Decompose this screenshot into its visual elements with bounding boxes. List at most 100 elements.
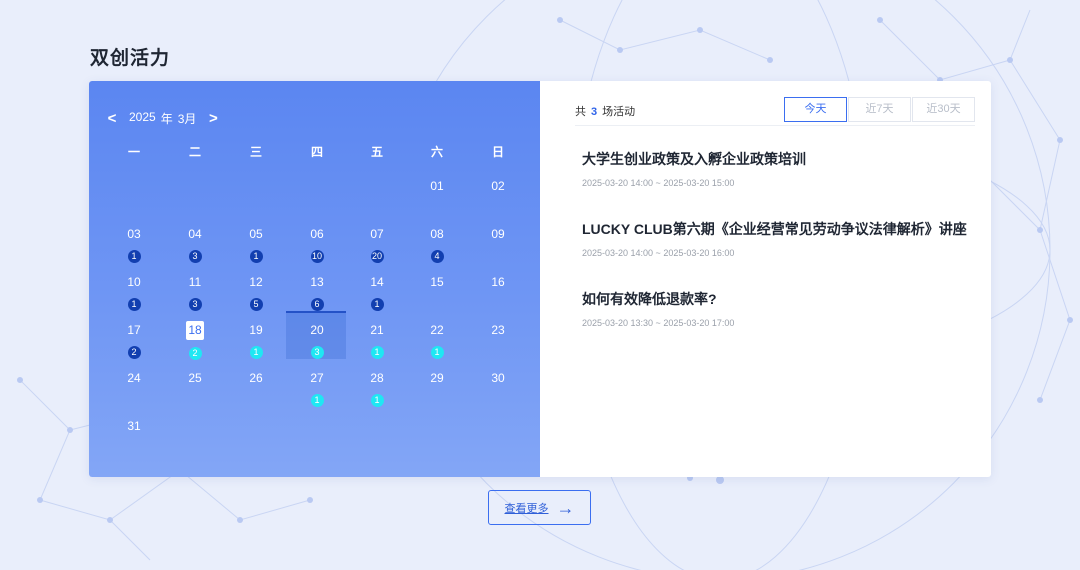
day-number: 01 <box>430 179 444 193</box>
day-number: 11 <box>188 275 202 289</box>
calendar-day[interactable]: 31 <box>106 417 162 435</box>
calendar-day[interactable]: 16 <box>470 273 526 291</box>
calendar-day[interactable]: 08 4 <box>409 225 465 263</box>
weekday-label: 三 <box>249 145 262 159</box>
calendar-day[interactable]: 27 1 <box>289 369 345 407</box>
weekday-label: 五 <box>370 145 383 159</box>
calendar-day[interactable]: 01 <box>409 177 465 195</box>
calendar-day[interactable]: 25 <box>167 369 223 387</box>
day-number: 09 <box>491 227 505 241</box>
day-number: 26 <box>249 371 263 385</box>
event-count-badge: 2 <box>127 346 141 359</box>
calendar-day[interactable]: 13 6 <box>289 273 345 311</box>
tab-today[interactable]: 今天 <box>784 97 847 122</box>
day-number: 02 <box>491 179 505 193</box>
calendar-day[interactable]: 29 <box>409 369 465 387</box>
event-title[interactable]: 如何有效降低退款率? <box>582 289 972 309</box>
day-number: 07 <box>370 227 384 241</box>
calendar-day[interactable]: 15 <box>409 273 465 291</box>
event-count-badge: 10 <box>310 250 324 263</box>
day-number: 22 <box>430 323 444 337</box>
event-count-badge: 5 <box>249 298 263 311</box>
calendar-day[interactable]: 02 <box>470 177 526 195</box>
calendar-day[interactable]: 06 10 <box>289 225 345 263</box>
year-value: 2025 <box>129 109 156 124</box>
view-more-button[interactable]: 查看更多 → <box>488 490 591 525</box>
day-number: 17 <box>127 323 141 337</box>
tab-7-days[interactable]: 近7天 <box>848 97 911 122</box>
calendar-header: < 2025 年 3月 > <box>105 109 220 127</box>
event-time: 2025-03-20 14:00 ~ 2025-03-20 15:00 <box>582 178 735 188</box>
calendar-day[interactable]: 20 3 <box>289 321 345 359</box>
day-number: 16 <box>491 275 505 289</box>
calendar-day[interactable]: 22 1 <box>409 321 465 359</box>
day-number: 30 <box>491 371 505 385</box>
event-count-badge: 1 <box>370 394 384 407</box>
event-count-badge: 1 <box>127 250 141 263</box>
day-number: 08 <box>430 227 444 241</box>
calendar-day[interactable]: 17 2 <box>106 321 162 359</box>
event-count-badge: 1 <box>370 346 384 359</box>
year-month-label: 2025 年 3月 <box>129 110 196 127</box>
day-number: 15 <box>430 275 444 289</box>
weekday-label: 六 <box>430 145 443 159</box>
day-number: 13 <box>310 275 324 289</box>
section-title: 双创活力 <box>90 48 171 69</box>
weekday-label: 四 <box>310 145 323 159</box>
event-count-badge: 1 <box>249 250 263 263</box>
day-number: 21 <box>370 323 384 337</box>
event-item[interactable]: 大学生创业政策及入孵企业政策培训 2025-03-20 14:00 ~ 2025… <box>582 149 972 188</box>
events-toolbar: 共 3 场活动 今天 近7天 近30天 <box>575 97 975 126</box>
day-number: 23 <box>491 323 505 337</box>
calendar-day[interactable]: 26 <box>228 369 284 387</box>
event-count-badge: 1 <box>430 346 444 359</box>
calendar-day[interactable]: 24 <box>106 369 162 387</box>
calendar-day[interactable]: 23 <box>470 321 526 339</box>
weekday-label: 一 <box>127 145 140 159</box>
event-time: 2025-03-20 14:00 ~ 2025-03-20 16:00 <box>582 248 735 258</box>
tab-30-days[interactable]: 近30天 <box>912 97 975 122</box>
event-title[interactable]: 大学生创业政策及入孵企业政策培训 <box>582 149 972 169</box>
day-number: 06 <box>310 227 324 241</box>
event-count-badge: 1 <box>249 346 263 359</box>
calendar: < 2025 年 3月 > 一二三四五六日 01 02 03 1 04 3 05 1 06 10 0… <box>89 81 540 477</box>
calendar-day[interactable]: 07 20 <box>349 225 405 263</box>
calendar-day[interactable]: 14 1 <box>349 273 405 311</box>
event-item[interactable]: LUCKY CLUB第六期《企业经营常见劳动争议法律解析》讲座 2025-03-… <box>582 219 972 258</box>
event-count-badge: 2 <box>188 347 202 360</box>
range-tabs: 今天 近7天 近30天 <box>783 97 975 122</box>
calendar-day[interactable]: 12 5 <box>228 273 284 311</box>
day-number: 25 <box>188 371 202 385</box>
calendar-day[interactable]: 19 1 <box>228 321 284 359</box>
event-count-badge: 1 <box>370 298 384 311</box>
arrow-right-icon: → <box>556 497 575 518</box>
calendar-day[interactable]: 30 <box>470 369 526 387</box>
view-more-label: 查看更多 <box>504 502 549 515</box>
day-number: 05 <box>249 227 263 241</box>
weekday-label: 二 <box>188 145 201 159</box>
event-count-badge: 3 <box>310 346 324 359</box>
day-number: 04 <box>188 227 202 241</box>
event-title[interactable]: LUCKY CLUB第六期《企业经营常见劳动争议法律解析》讲座 <box>582 219 972 239</box>
next-month-button[interactable]: > <box>206 110 220 127</box>
event-time: 2025-03-20 13:30 ~ 2025-03-20 17:00 <box>582 318 735 328</box>
day-number: 12 <box>249 275 263 289</box>
calendar-day[interactable]: 05 1 <box>228 225 284 263</box>
event-count-prefix: 共 <box>575 106 586 118</box>
weekday-label: 日 <box>491 145 504 159</box>
event-count-badge: 3 <box>188 298 202 311</box>
year-unit: 年 <box>160 111 173 126</box>
calendar-day[interactable]: 03 1 <box>106 225 162 263</box>
calendar-day[interactable]: 04 3 <box>167 225 223 263</box>
calendar-day[interactable]: 21 1 <box>349 321 405 359</box>
day-number: 31 <box>127 419 141 433</box>
calendar-day[interactable]: 09 <box>470 225 526 243</box>
event-item[interactable]: 如何有效降低退款率? 2025-03-20 13:30 ~ 2025-03-20… <box>582 289 972 328</box>
calendar-day[interactable]: 10 1 <box>106 273 162 311</box>
event-count-badge: 1 <box>310 394 324 407</box>
calendar-day-today[interactable]: 18 2 <box>167 321 223 360</box>
calendar-day[interactable]: 28 1 <box>349 369 405 407</box>
event-count-badge: 20 <box>370 250 384 263</box>
prev-month-button[interactable]: < <box>105 110 119 127</box>
calendar-day[interactable]: 11 3 <box>167 273 223 311</box>
